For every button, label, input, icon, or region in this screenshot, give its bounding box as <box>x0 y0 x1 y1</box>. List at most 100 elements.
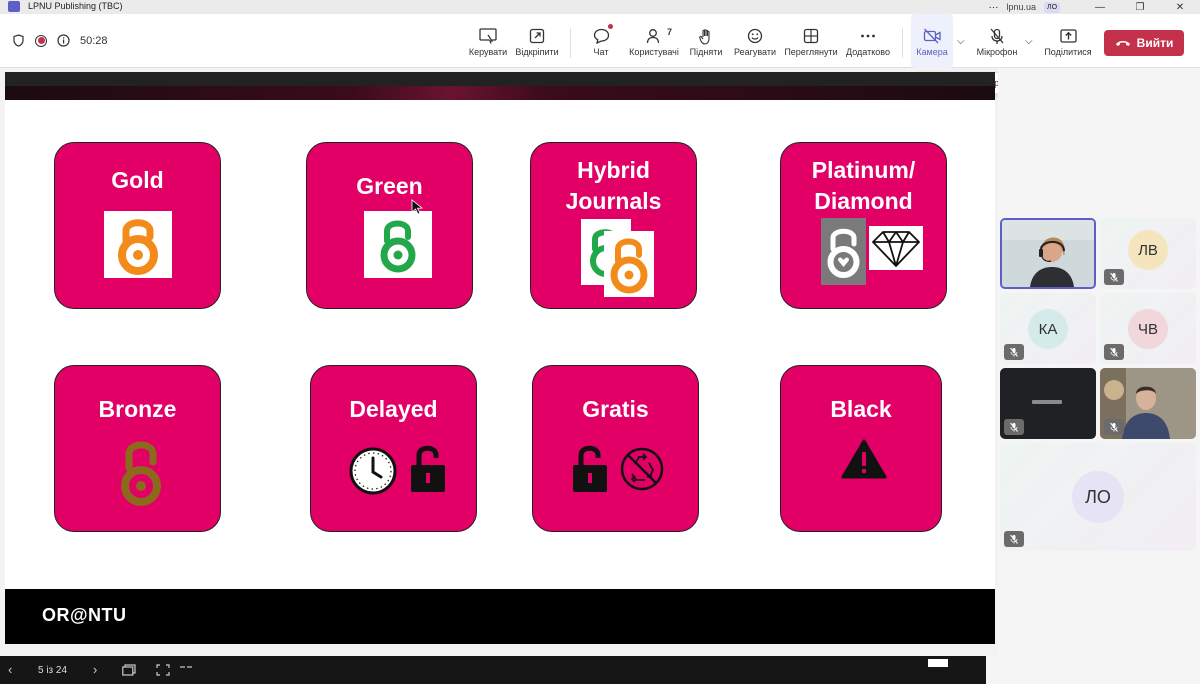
grid-view-icon <box>803 25 819 47</box>
restore-button[interactable]: ❐ <box>1120 2 1160 13</box>
more-button[interactable]: Додатково <box>844 14 892 68</box>
zoom-icon[interactable] <box>156 664 170 679</box>
hand-icon <box>698 25 714 47</box>
bronze-lock-icon <box>107 432 175 512</box>
participant-tile-self[interactable] <box>1000 218 1096 289</box>
teams-icon <box>8 1 20 12</box>
chat-button[interactable]: Чат <box>586 14 616 68</box>
slide-counter: 5 із 24 <box>38 665 68 676</box>
people-button[interactable]: 7 Користувачі <box>627 14 681 68</box>
react-label: Реагувати <box>733 47 777 57</box>
participant-tile-video[interactable] <box>1100 368 1196 439</box>
ellipsis-icon <box>860 25 876 47</box>
panel-bottom-fill <box>986 656 1200 684</box>
popout-icon <box>529 25 545 47</box>
card-gold: Gold <box>54 142 221 309</box>
minimize-button[interactable]: — <box>1080 2 1120 13</box>
card-hybrid-label-line2: Journals <box>565 188 662 214</box>
camera-options-chevron-icon[interactable]: ⌵ <box>957 36 965 47</box>
shared-slide: Gold Green Hybrid Journals Platinum/ Dia… <box>5 72 995 644</box>
mic-muted-icon <box>1004 419 1024 435</box>
participant-avatar: ЛВ <box>1128 230 1168 270</box>
mic-muted-icon <box>1104 344 1124 360</box>
mouse-cursor-icon <box>411 199 425 220</box>
account-avatar[interactable]: ЛО <box>1044 1 1060 13</box>
brand-logo: OR@NTU <box>42 605 127 625</box>
account-domain: lpnu.ua <box>1006 2 1036 12</box>
card-delayed-label: Delayed <box>349 396 438 422</box>
participants-panel: ЛВ КА ЧВ ЛО <box>998 68 1200 668</box>
mic-muted-icon <box>1004 344 1024 360</box>
meeting-toolbar: 50:28 Керувати Відкріпити Чат 7 Користув… <box>0 14 1200 68</box>
shield-icon[interactable] <box>12 34 25 47</box>
open-access-lock-icon <box>364 211 432 278</box>
no-recycle-icon <box>619 446 665 497</box>
meeting-timer: 50:28 <box>80 34 108 47</box>
raise-hand-button[interactable]: Підняти <box>688 14 724 68</box>
grey-lock-icon <box>821 218 866 285</box>
unlocked-padlock-icon <box>571 442 609 499</box>
presentation-controls: ‹ 5 із 24 › <box>0 656 1200 684</box>
card-hybrid-journals: Hybrid Journals <box>530 142 697 309</box>
slide-thumbnails-icon[interactable] <box>122 664 136 679</box>
card-gold-label: Gold <box>111 167 164 193</box>
card-black: Black <box>780 365 942 532</box>
mic-options-chevron-icon[interactable]: ⌵ <box>1025 36 1033 47</box>
camera-label: Камера <box>916 47 948 57</box>
camera-off-icon <box>923 25 942 47</box>
participant-video <box>1002 220 1094 287</box>
phone-hangup-icon <box>1115 36 1131 50</box>
next-slide-chevron-icon[interactable]: › <box>93 662 97 677</box>
react-button[interactable]: Реагувати <box>733 14 777 68</box>
card-bronze: Bronze <box>54 365 221 532</box>
participant-avatar: ЛО <box>1072 471 1124 523</box>
slide-header-strip <box>5 72 995 100</box>
participant-tile-large[interactable]: ЛО <box>1000 443 1196 551</box>
card-green: Green <box>306 142 473 309</box>
camera-button[interactable]: Камера <box>911 14 953 68</box>
mic-label: Мікрофон <box>976 47 1018 57</box>
participant-tile[interactable]: ЧВ <box>1100 293 1196 364</box>
close-button[interactable]: ✕ <box>1160 2 1200 13</box>
unlocked-padlock-icon <box>409 442 447 499</box>
participant-tile[interactable]: КА <box>1000 293 1096 364</box>
chat-label: Чат <box>593 47 609 57</box>
share-button[interactable]: Поділитися <box>1043 14 1093 68</box>
participant-avatar: КА <box>1028 309 1068 349</box>
more-options-icon[interactable]: ··· <box>980 2 1006 13</box>
card-gratis-label: Gratis <box>582 396 649 422</box>
previous-slide-chevron-icon[interactable]: ‹ <box>8 662 12 677</box>
recording-icon[interactable] <box>35 34 47 47</box>
take-control-icon <box>479 25 497 47</box>
info-icon[interactable] <box>57 34 70 47</box>
chat-icon <box>593 24 613 47</box>
mic-button[interactable]: Мікрофон <box>973 14 1021 68</box>
view-label: Переглянути <box>784 47 838 57</box>
card-bronze-label: Bronze <box>98 396 177 422</box>
people-icon: 7 <box>646 25 672 47</box>
toolbar-divider <box>570 28 571 58</box>
popout-button[interactable]: Відкріпити <box>514 14 560 68</box>
leave-button[interactable]: Вийти <box>1104 30 1184 56</box>
view-button[interactable]: Переглянути <box>783 14 839 68</box>
screen-thumbnail <box>1032 400 1062 404</box>
participant-avatar: ЧВ <box>1128 309 1168 349</box>
warning-icon <box>841 438 887 485</box>
title-bar: LPNU Publishing (TBC) ··· lpnu.ua ЛО — ❐… <box>0 0 1200 14</box>
people-label: Користувачі <box>629 47 679 57</box>
control-button[interactable]: Керувати <box>467 14 509 68</box>
card-platinum-diamond: Platinum/ Diamond <box>780 142 947 309</box>
mic-off-icon <box>989 25 1005 47</box>
clock-icon <box>348 446 398 501</box>
participant-tile[interactable]: ЛВ <box>1100 218 1196 289</box>
more-label: Додатково <box>846 47 890 57</box>
open-access-lock-icon <box>104 211 172 278</box>
participant-tile-screen[interactable] <box>1000 368 1096 439</box>
slide-footer: OR@NTU <box>5 589 995 644</box>
more-controls-icon[interactable] <box>180 660 192 675</box>
mic-muted-icon <box>1104 269 1124 285</box>
card-delayed: Delayed <box>310 365 477 532</box>
window-title: LPNU Publishing (TBC) <box>28 1 123 11</box>
share-screen-icon <box>1059 25 1077 47</box>
card-hybrid-label-line1: Hybrid <box>577 157 650 183</box>
